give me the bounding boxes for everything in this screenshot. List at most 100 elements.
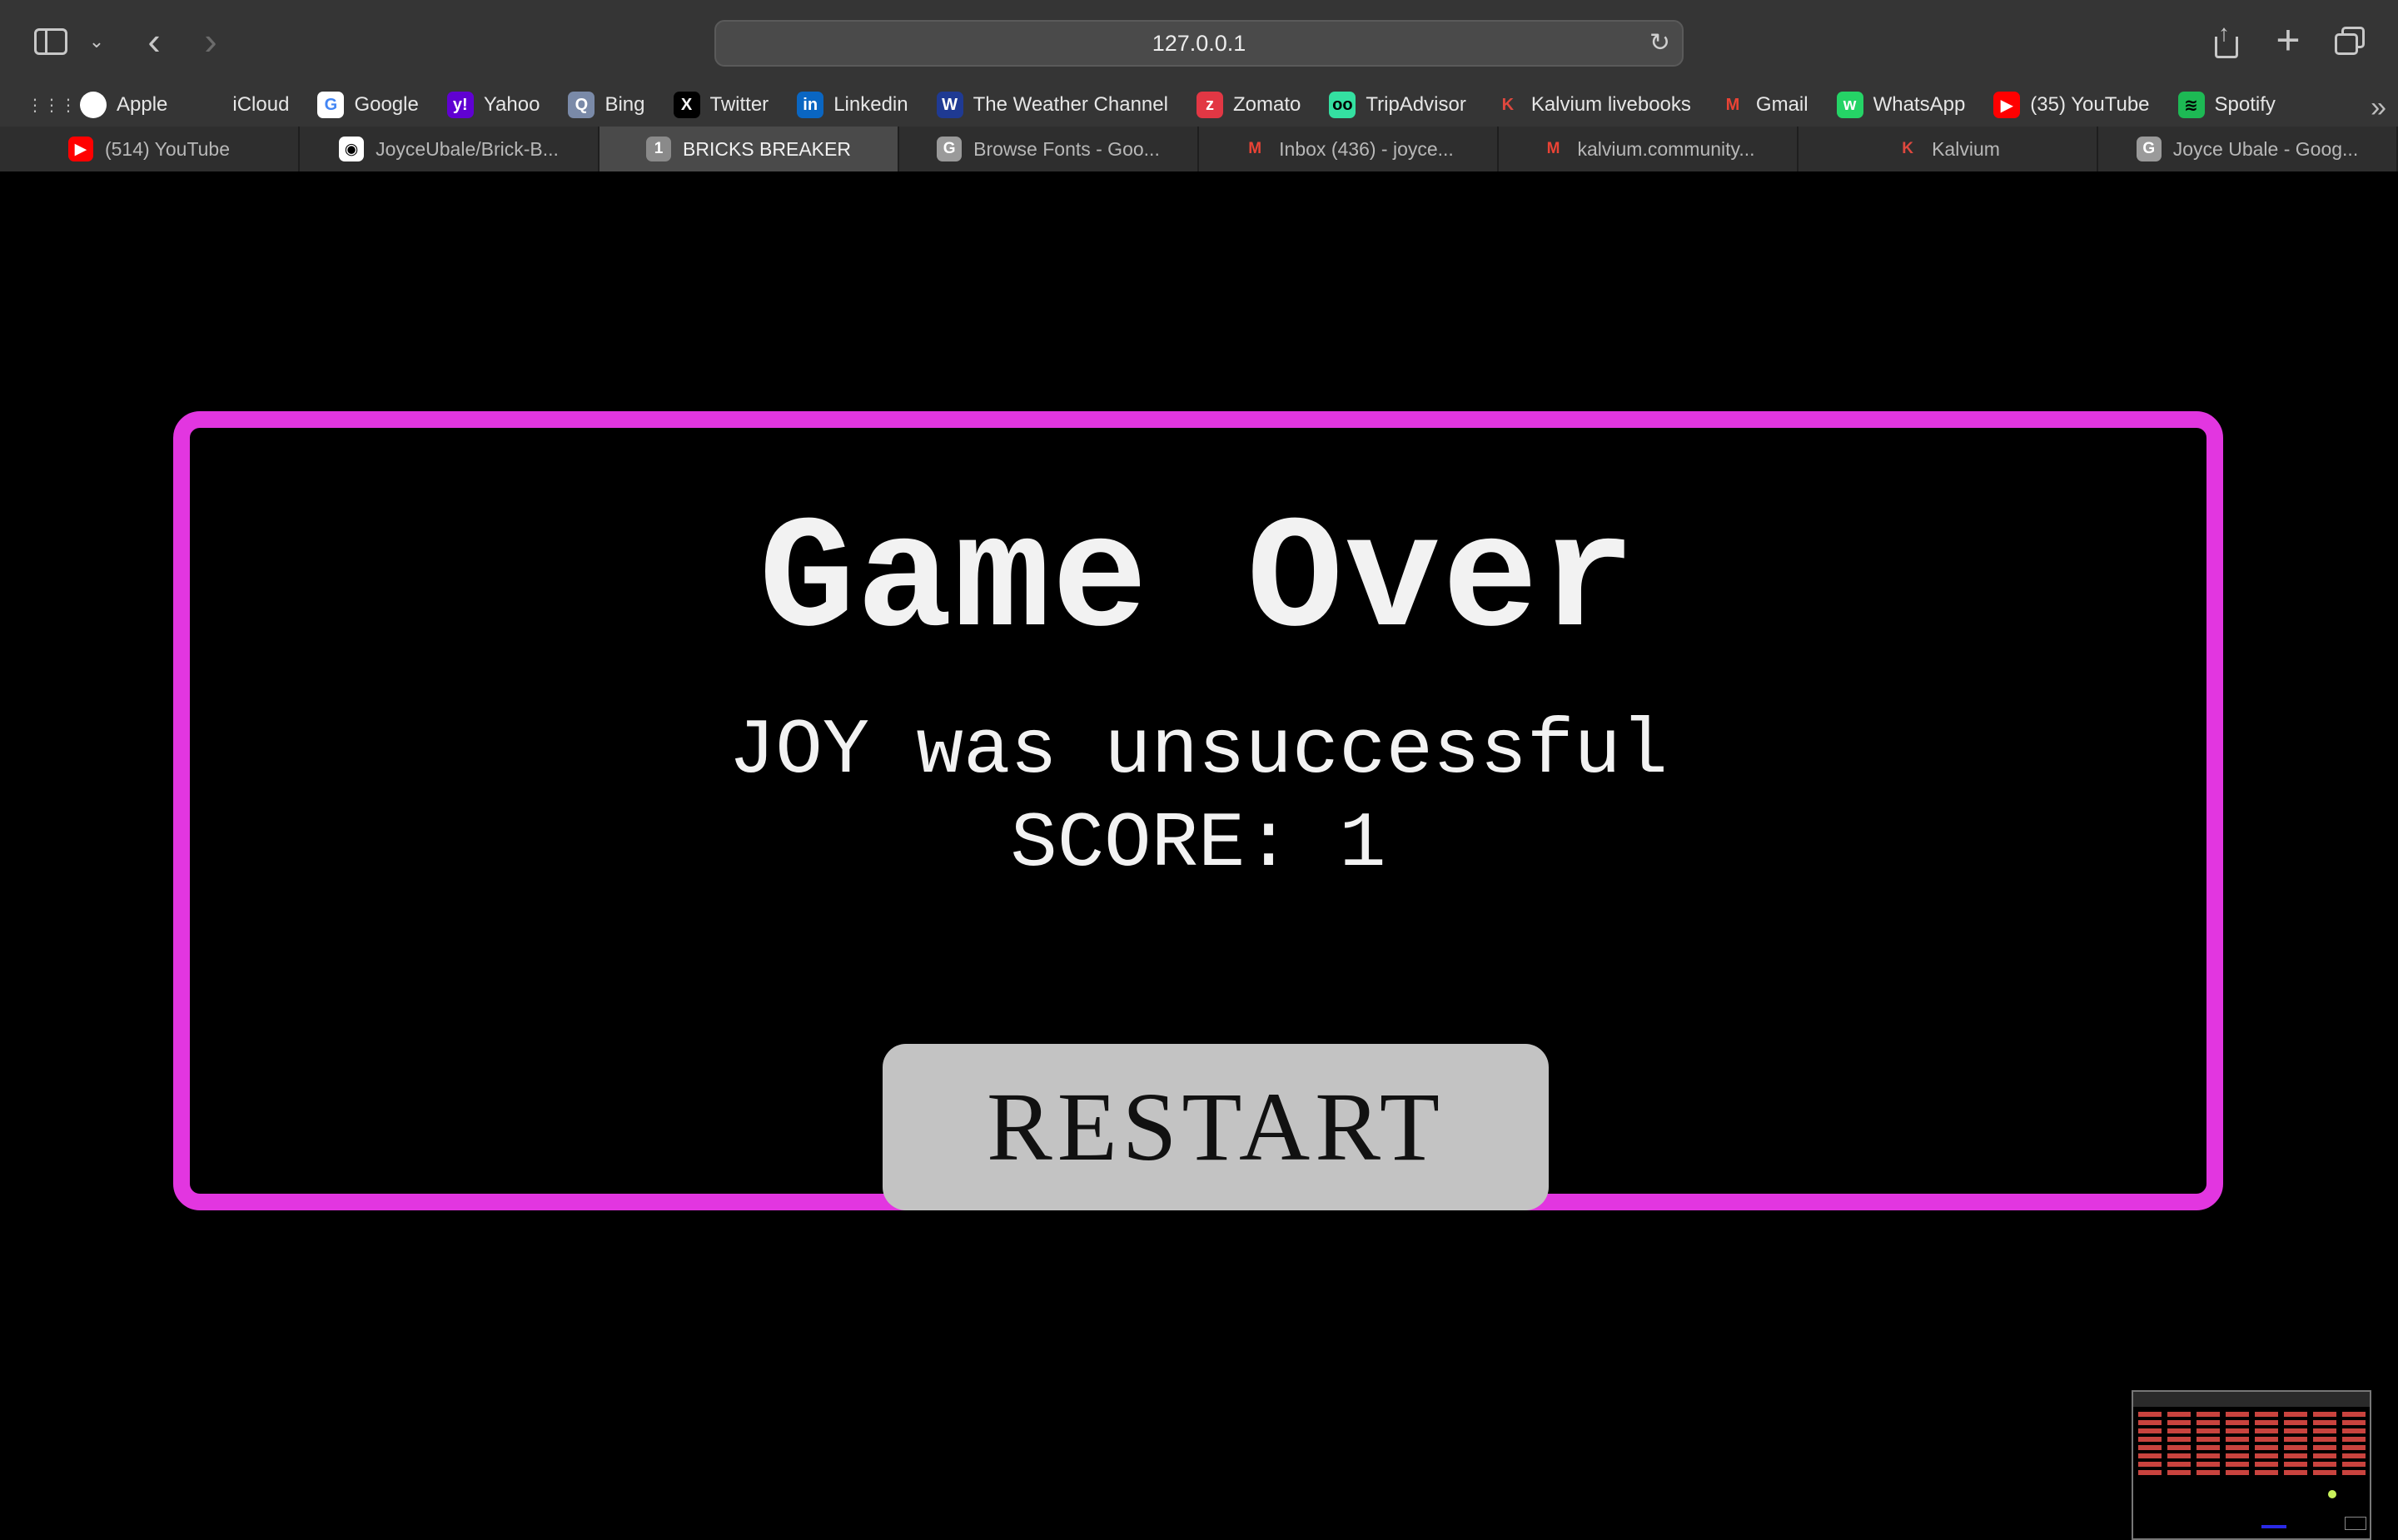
game-over-title: Game Over — [759, 491, 1638, 673]
tab-6[interactable]: Mkalvium.community... — [1499, 127, 1798, 171]
thumbnail-brick — [2313, 1470, 2336, 1475]
bookmark-yahoo[interactable]: y! Yahoo — [446, 92, 540, 118]
thumbnail-brick — [2226, 1420, 2249, 1425]
thumbnail-brick — [2226, 1445, 2249, 1450]
restart-button[interactable]: RESTART — [883, 1044, 1549, 1210]
weather-channel-icon: W — [936, 92, 963, 118]
thumbnail-brick — [2226, 1462, 2249, 1467]
thumbnail-brick — [2197, 1470, 2220, 1475]
thumbnail-brick — [2284, 1453, 2307, 1458]
apps-grid-icon[interactable]: ⋮⋮⋮ — [27, 95, 77, 117]
reload-icon[interactable]: ↻ — [1649, 28, 1670, 57]
thumbnail-brick — [2255, 1453, 2278, 1458]
thumbnail-brick — [2197, 1437, 2220, 1442]
google-fonts-icon: G — [937, 137, 963, 161]
github-icon: ◉ — [339, 137, 365, 161]
tab-7[interactable]: K Kalvium — [1798, 127, 2098, 171]
thumbnail-brick — [2167, 1462, 2191, 1467]
thumbnail-brick — [2226, 1437, 2249, 1442]
tab-4[interactable]: G Browse Fonts - Goo... — [899, 127, 1199, 171]
more-bookmarks-icon[interactable]: » — [2371, 92, 2386, 124]
gmail-icon: M — [1546, 140, 1560, 157]
thumbnail-bricks — [2138, 1412, 2366, 1475]
bookmark-35-youtube[interactable]: ▶ (35) YouTube — [1993, 92, 2150, 118]
thumbnail-brick — [2342, 1412, 2366, 1417]
thumbnail-brick — [2138, 1445, 2162, 1450]
bookmark-apple[interactable]: Apple — [80, 92, 167, 118]
thumbnail-brick — [2138, 1437, 2162, 1442]
thumbnail-brick — [2255, 1437, 2278, 1442]
forward-arrow-icon[interactable]: › — [197, 22, 225, 60]
google-icon: G — [317, 92, 345, 118]
tab-3[interactable]: 1 BRICKS BREAKER — [600, 127, 899, 171]
thumbnail-brick — [2167, 1445, 2191, 1450]
tab-label: Joyce Ubale - Goog... — [2172, 137, 2359, 160]
tab-overview-icon[interactable] — [2331, 25, 2368, 60]
share-icon[interactable]: ↑ — [2208, 20, 2245, 62]
thumbnail-brick — [2284, 1470, 2307, 1475]
thumbnail-brick — [2138, 1428, 2162, 1433]
bookmark-google[interactable]: G Google — [317, 92, 419, 118]
game-preview-thumbnail[interactable] — [2132, 1390, 2371, 1540]
thumbnail-brick — [2255, 1412, 2278, 1417]
bookmark-the-weather-channel[interactable]: W The Weather Channel — [936, 92, 1168, 118]
bookmark-zomato[interactable]: z Zomato — [1196, 92, 1301, 118]
new-tab-icon[interactable]: + — [2270, 17, 2306, 63]
bookmark-icloud[interactable]: iCloud — [196, 92, 289, 118]
bookmark-label: Google — [354, 93, 419, 116]
thumbnail-ball — [2328, 1490, 2336, 1498]
tab-8[interactable]: G Joyce Ubale - Goog... — [2098, 127, 2398, 171]
tab-2[interactable]: ◉ JoyceUbale/Brick-B... — [300, 127, 600, 171]
bookmark-bing[interactable]: Q Bing — [568, 92, 645, 118]
bookmark-label: Spotify — [2214, 93, 2276, 116]
thumbnail-brick — [2138, 1420, 2162, 1425]
bookmark-label: Kalvium livebooks — [1530, 93, 1691, 116]
tab-number-icon: 1 — [646, 137, 672, 161]
thumbnail-brick — [2197, 1445, 2220, 1450]
spotify-icon: ≋ — [2177, 92, 2205, 118]
bookmark-tripadvisor[interactable]: oo TripAdvisor — [1329, 92, 1466, 118]
tab-label: (514) YouTube — [104, 137, 231, 160]
thumbnail-brick — [2255, 1470, 2278, 1475]
thumbnail-brick — [2255, 1462, 2278, 1467]
sidebar-toggle-icon[interactable] — [32, 25, 70, 58]
bookmark-label: Apple — [117, 93, 168, 116]
tab-1[interactable]: ▶ (514) YouTube — [0, 127, 300, 171]
thumbnail-brick — [2167, 1453, 2191, 1458]
score-text: SCORE: 1 — [1010, 801, 1386, 889]
thumbnail-brick — [2313, 1462, 2336, 1467]
bookmark-gmail[interactable]: M Gmail — [1719, 92, 1808, 118]
bookmark-twitter[interactable]: X Twitter — [673, 92, 769, 118]
tab-label: BRICKS BREAKER — [683, 137, 851, 160]
thumbnail-brick — [2342, 1437, 2366, 1442]
thumbnail-brick — [2138, 1462, 2162, 1467]
tripadvisor-icon: oo — [1329, 92, 1356, 118]
thumbnail-brick — [2197, 1462, 2220, 1467]
bookmark-linkedin[interactable]: in Linkedin — [797, 92, 908, 118]
bookmark-kalvium-livebooks[interactable]: K Kalvium livebooks — [1495, 92, 1691, 118]
thumbnail-brick — [2313, 1420, 2336, 1425]
tab-label: Browse Fonts - Goo... — [973, 137, 1160, 160]
bookmark-label: Zomato — [1232, 93, 1301, 116]
thumbnail-brick — [2313, 1437, 2336, 1442]
thumbnail-brick — [2313, 1445, 2336, 1450]
thumbnail-brick — [2313, 1412, 2336, 1417]
tab-label: Kalvium — [1932, 137, 2000, 160]
chevron-down-icon[interactable]: ⌄ — [87, 25, 107, 58]
apple-icon — [80, 92, 107, 118]
thumbnail-brick — [2284, 1428, 2307, 1433]
bookmark-spotify[interactable]: ≋ Spotify — [2177, 92, 2276, 118]
thumbnail-brick — [2197, 1412, 2220, 1417]
bookmark-whatsapp[interactable]: w WhatsApp — [1836, 92, 1965, 118]
thumbnail-brick — [2284, 1437, 2307, 1442]
bing-icon: Q — [568, 92, 595, 118]
linkedin-icon: in — [797, 92, 824, 118]
address-bar[interactable]: 127.0.0.1 ↻ — [714, 20, 1684, 67]
x-twitter-icon: X — [673, 92, 700, 118]
bookmark-label: The Weather Channel — [973, 93, 1168, 116]
bookmarks-bar: ⋮⋮⋮ Apple iCloud G Google y! Yahoo Q Bing X Twitt… — [0, 83, 2398, 127]
youtube-icon: ▶ — [67, 137, 93, 161]
tab-5[interactable]: M Inbox (436) - joyce... — [1199, 127, 1499, 171]
bookmark-label: Twitter — [709, 93, 769, 116]
back-arrow-icon[interactable]: ‹ — [140, 22, 168, 60]
